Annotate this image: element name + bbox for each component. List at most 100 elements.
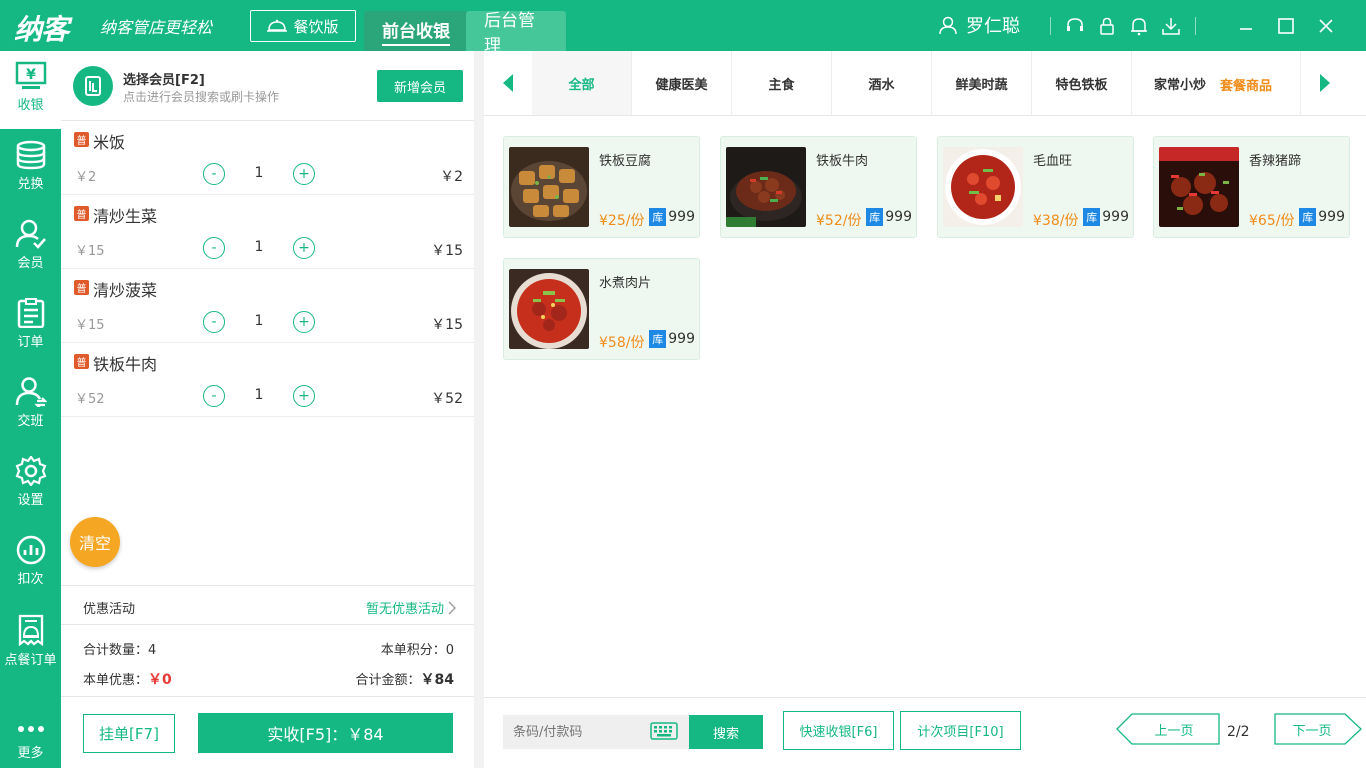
category-tab[interactable]: 酒水 [832, 51, 932, 115]
product-card[interactable]: 铁板牛肉 ¥52/份 库 999 [720, 136, 917, 238]
app-logo: 纳客 [14, 13, 69, 46]
product-card[interactable]: 香辣猪蹄 ¥65/份 库 999 [1153, 136, 1350, 238]
clear-order-button[interactable]: 清空 [70, 517, 120, 567]
window-controls [1226, 0, 1346, 51]
bell-icon [1131, 17, 1147, 35]
item-name: 米饭 [93, 133, 126, 152]
item-qty: 1 [254, 313, 264, 329]
tab-back-office[interactable]: 后台管理 [466, 11, 566, 56]
product-card[interactable]: 铁板豆腐 ¥25/份 库 999 [503, 136, 700, 238]
dine-order-icon [18, 614, 43, 646]
search-button[interactable]: 搜索 [689, 715, 763, 749]
category-prev-button[interactable] [484, 51, 532, 115]
sidebar-item-shift[interactable]: 交班 [0, 367, 61, 445]
category-tab[interactable]: 鲜美时蔬 [932, 51, 1032, 115]
product-image-beef [726, 147, 806, 227]
product-stock: 库 999 [649, 208, 695, 226]
hold-order-button[interactable]: 挂单[F7] [83, 714, 175, 753]
sidebar-item-settings[interactable]: 设置 [0, 446, 61, 524]
decrease-button[interactable]: - [203, 385, 225, 407]
order-discount: 本单优惠：￥0 [83, 672, 172, 688]
keyboard-icon[interactable] [650, 722, 678, 740]
category-tab[interactable]: 主食 [732, 51, 832, 115]
sidebar-item-orders[interactable]: 订单 [0, 288, 61, 366]
decrease-button[interactable]: - [203, 311, 225, 333]
decrease-button[interactable]: - [203, 163, 225, 185]
item-unit-price: ￥52 [75, 392, 105, 407]
sidebar-item-deduct[interactable]: 扣次 [0, 525, 61, 603]
product-name: 铁板豆腐 [599, 154, 652, 169]
prev-page-button[interactable]: 上一页 [1116, 713, 1220, 749]
stock-tag: 库 [1299, 208, 1317, 226]
normal-badge: 普 [74, 280, 89, 295]
download-button[interactable] [1155, 0, 1187, 51]
category-tab-combo[interactable]: 套餐商品 [1220, 75, 1272, 94]
page-indicator: 2/2 [1227, 724, 1250, 740]
sidebar-item-cashier[interactable]: ¥ 收银 [0, 51, 61, 129]
increase-button[interactable]: + [293, 385, 315, 407]
product-image-pork-trotter [1159, 147, 1239, 227]
minimize-icon [1240, 27, 1252, 30]
order-row[interactable]: 普 米饭 ￥2 - 1 + ￥2 [61, 121, 474, 195]
divider [1195, 16, 1196, 35]
category-tab[interactable]: 特色铁板 [1032, 51, 1132, 115]
category-tab-all[interactable]: 全部 [532, 51, 632, 115]
order-row[interactable]: 普 清炒生菜 ￥15 - 1 + ￥15 [61, 195, 474, 269]
bottom-toolbar: 搜索 快速收银[F6] 计次项目[F10] 上一页 2/2 下一页 [484, 697, 1366, 768]
user-account[interactable]: 罗仁聪 [938, 12, 1020, 38]
maximize-icon [1278, 17, 1294, 34]
sidebar-item-redeem[interactable]: 兑换 [0, 130, 61, 208]
item-qty: 1 [254, 239, 264, 255]
chart-circle-icon [16, 535, 45, 565]
add-member-button[interactable]: 新增会员 [377, 70, 463, 102]
category-next-button[interactable] [1300, 51, 1348, 115]
product-name: 水煮肉片 [599, 276, 652, 291]
increase-button[interactable]: + [293, 237, 315, 259]
lock-button[interactable] [1091, 0, 1123, 51]
promotion-row[interactable]: 优惠活动 暂无优惠活动 [61, 585, 474, 625]
minimize-button[interactable] [1226, 0, 1266, 51]
sidebar-item-member[interactable]: 会员 [0, 209, 61, 287]
member-selector[interactable]: 选择会员[F2] 点击进行会员搜索或刷卡操作 新增会员 [61, 51, 474, 121]
category-tab[interactable]: 健康医美 [632, 51, 732, 115]
close-button[interactable] [1306, 0, 1346, 51]
quick-checkout-button[interactable]: 快速收银[F6] [783, 711, 894, 750]
top-bar: 纳客 纳客管店更轻松 餐饮版 前台收银 后台管理 罗仁聪 [0, 0, 1366, 56]
headset-button[interactable] [1059, 0, 1091, 51]
product-card[interactable]: 毛血旺 ¥38/份 库 999 [937, 136, 1134, 238]
product-card[interactable]: 水煮肉片 ¥58/份 库 999 [503, 258, 700, 360]
maximize-button[interactable] [1266, 0, 1306, 51]
product-image-maoxuewang [943, 147, 1023, 227]
headset-icon [1067, 17, 1083, 31]
promotion-label: 优惠活动 [83, 602, 136, 617]
order-row[interactable]: 普 铁板牛肉 ￥52 - 1 + ￥52 [61, 343, 474, 417]
bell-button[interactable] [1123, 0, 1155, 51]
next-page-button[interactable]: 下一页 [1274, 713, 1362, 749]
increase-button[interactable]: + [293, 311, 315, 333]
sidebar-item-more[interactable]: 更多 [0, 711, 61, 768]
member-card-icon [85, 76, 101, 96]
category-tab[interactable]: 家常小炒 [1132, 51, 1212, 115]
tab-front-cashier[interactable]: 前台收银 [364, 11, 468, 51]
order-points: 本单积分：0 [380, 643, 454, 658]
edition-button[interactable]: 餐饮版 [250, 10, 356, 42]
user-icon [939, 16, 957, 35]
count-items-button[interactable]: 计次项目[F10] [900, 711, 1021, 750]
lock-icon [1100, 17, 1114, 35]
decrease-button[interactable]: - [203, 237, 225, 259]
item-total: ￥15 [431, 243, 463, 259]
product-price: ¥65/份 [1249, 213, 1295, 229]
triangle-right-icon [1319, 74, 1330, 92]
item-qty: 1 [254, 165, 264, 181]
member-check-icon [15, 219, 46, 249]
order-amount: 合计金额：￥84 [355, 672, 455, 688]
order-row[interactable]: 普 清炒菠菜 ￥15 - 1 + ￥15 [61, 269, 474, 343]
cloche-icon [267, 19, 288, 32]
coins-icon [16, 140, 45, 170]
pay-button[interactable]: 实收[F5]：￥84 [198, 713, 453, 753]
product-panel: 全部 健康医美 主食 酒水 鲜美时蔬 特色铁板 家常小炒 套餐商品 铁板豆腐 ¥… [484, 51, 1366, 768]
sidebar-item-dine-orders[interactable]: 点餐订单 [0, 604, 61, 682]
increase-button[interactable]: + [293, 163, 315, 185]
order-summary: 合计数量：4 本单积分：0 本单优惠：￥0 合计金额：￥84 [61, 625, 474, 697]
member-title: 选择会员[F2] [123, 73, 205, 88]
